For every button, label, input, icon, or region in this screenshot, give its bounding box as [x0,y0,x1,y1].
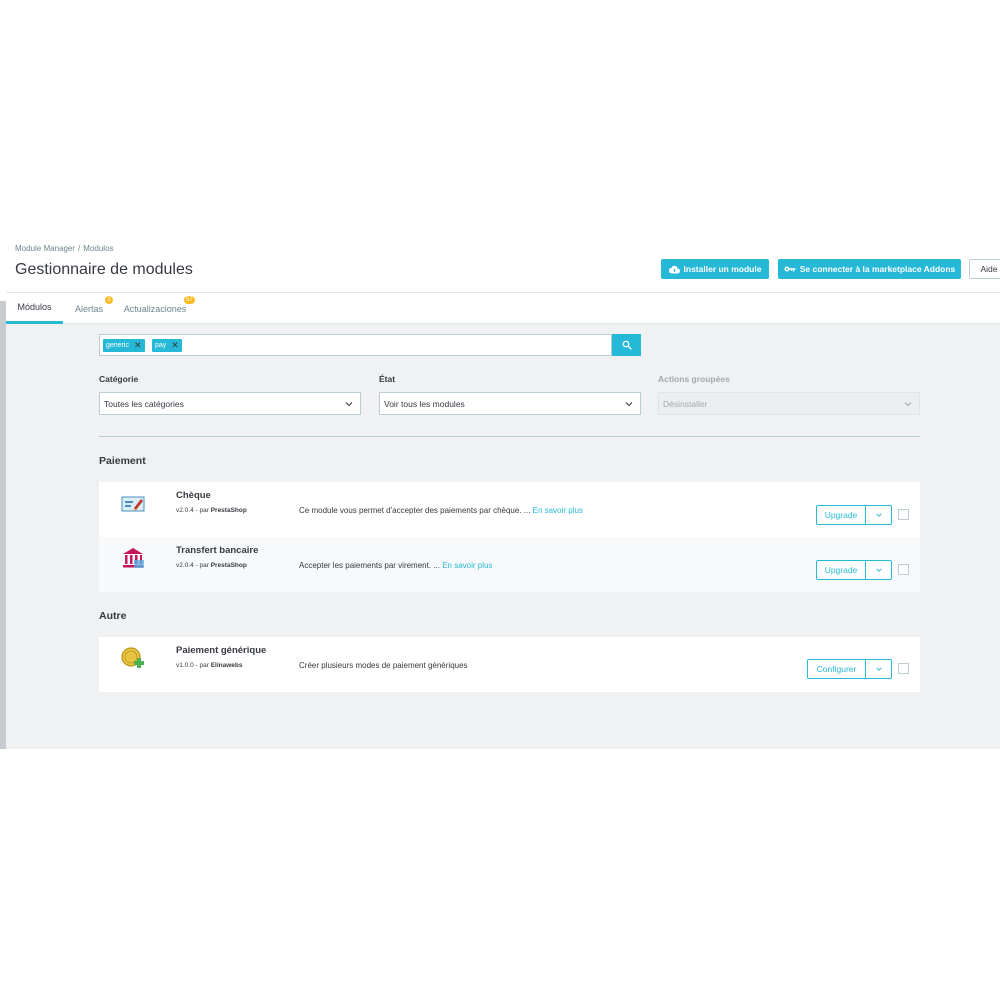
chevron-down-icon [875,513,882,517]
module-meta: v2.0.4 - par PrestaShop [176,562,247,569]
help-button[interactable]: Aide [969,259,1000,279]
chevron-down-icon [904,402,912,407]
search-tag-label: generic [106,342,129,349]
module-description: Ce module vous permet d'accepter des pai… [299,506,583,515]
state-select[interactable]: Voir tous les modules [379,392,641,415]
alerts-count-badge: 2 [105,296,113,304]
help-label: Aide [980,264,998,274]
module-name: Transfert bancaire [176,545,259,556]
tab-updates[interactable]: Actualizaciones 57 [118,293,195,324]
install-module-label: Installer un module [683,264,762,274]
tab-label: Actualizaciones [123,303,187,314]
module-actions-dropdown[interactable] [866,505,892,525]
section-title-payment: Paiement [99,455,146,467]
module-by: - par [193,507,211,514]
module-version: v2.0.4 [176,562,194,569]
chevron-down-icon [345,402,353,407]
search-icon [622,340,632,350]
module-author: PrestaShop [210,562,247,569]
module-version: v1.0.0 [176,662,194,669]
module-row-generic-payment: Paiement générique v1.0.0 - par Elinaweb… [99,637,920,692]
tab-bar: Módulos Alertas 2 Actualizaciones 57 [6,292,1000,324]
module-version: v2.0.4 [176,507,194,514]
module-author: PrestaShop [210,507,247,514]
breadcrumb-item[interactable]: Modulos [83,244,113,253]
module-by: - par [193,662,211,669]
upgrade-button[interactable]: Upgrade [816,505,866,525]
module-actions-dropdown[interactable] [866,659,892,679]
state-filter-label: État [379,374,396,384]
tab-alerts[interactable]: Alertas 2 [67,293,113,324]
updates-count-badge: 57 [184,296,195,304]
main-content: generic ✕ pay ✕ Catégorie Toutes les cat… [6,324,1000,749]
install-module-button[interactable]: Installer un module [661,259,769,279]
bulk-actions-value: Désinstaller [663,398,708,409]
module-manager-app: Module Manager / Modulos Gestionnaire de m… [0,243,1000,749]
category-filter-label: Catégorie [99,374,139,384]
module-meta: v2.0.4 - par PrestaShop [176,507,247,514]
module-select-checkbox[interactable] [898,564,909,575]
configure-button[interactable]: Configurer [807,659,866,679]
bank-icon [123,548,144,568]
category-select[interactable]: Toutes les catégories [99,392,361,415]
bulk-actions-select[interactable]: Désinstaller [658,392,920,415]
read-more-link[interactable]: En savoir plus [442,561,492,570]
cloud-upload-icon [668,265,680,274]
breadcrumb-separator: / [78,244,81,253]
module-description: Accepter les paiements par virement. ...… [299,561,492,570]
category-select-value: Toutes les catégories [104,398,184,409]
filters-divider [99,436,920,437]
tab-label: Módulos [17,302,52,312]
search-tag: generic ✕ [103,339,145,352]
module-meta: v1.0.0 - par Elinawebs [176,662,243,669]
marketplace-connect-button[interactable]: Se connecter à la marketplace Addons [778,259,961,279]
coin-add-icon [121,647,144,668]
page-title: Gestionnaire de modules [15,261,193,278]
module-by: - par [193,562,211,569]
section-title-other: Autre [99,610,127,622]
module-name: Chèque [176,490,211,501]
search-button[interactable] [612,334,641,356]
module-description-text: Ce module vous permet d'accepter des pai… [299,506,531,515]
remove-tag-icon[interactable]: ✕ [171,341,179,350]
tab-modules[interactable]: Módulos [6,293,63,324]
search-tag-label: pay [155,342,167,349]
marketplace-connect-label: Se connecter à la marketplace Addons [799,264,956,274]
module-name: Paiement générique [176,645,267,656]
upgrade-button[interactable]: Upgrade [816,560,866,580]
bulk-actions-label: Actions groupées [658,374,730,384]
module-description: Créer plusieurs modes de paiement généri… [299,661,468,670]
read-more-link[interactable]: En savoir plus [533,506,583,515]
module-select-checkbox[interactable] [898,509,909,520]
state-select-value: Voir tous les modules [384,398,465,409]
cheque-icon [121,496,145,512]
search-input[interactable]: generic ✕ pay ✕ [99,334,612,356]
module-author: Elinawebs [210,662,243,669]
module-actions-dropdown[interactable] [866,560,892,580]
module-row-bank-transfer: Transfert bancaire v2.0.4 - par PrestaSh… [99,537,920,592]
chevron-down-icon [625,402,633,407]
module-description-text: Créer plusieurs modes de paiement généri… [299,661,468,670]
remove-tag-icon[interactable]: ✕ [134,341,142,350]
breadcrumb-item[interactable]: Module Manager [15,244,75,253]
chevron-down-icon [875,568,882,572]
search-tag: pay ✕ [152,339,182,352]
module-select-checkbox[interactable] [898,663,909,674]
tab-label: Alertas [74,303,103,314]
key-icon [784,266,796,272]
chevron-down-icon [875,667,882,671]
breadcrumb: Module Manager / Modulos [15,244,117,253]
module-description-text: Accepter les paiements par virement. ... [299,561,440,570]
module-row-cheque: Chèque v2.0.4 - par PrestaShop Ce module… [99,482,920,537]
